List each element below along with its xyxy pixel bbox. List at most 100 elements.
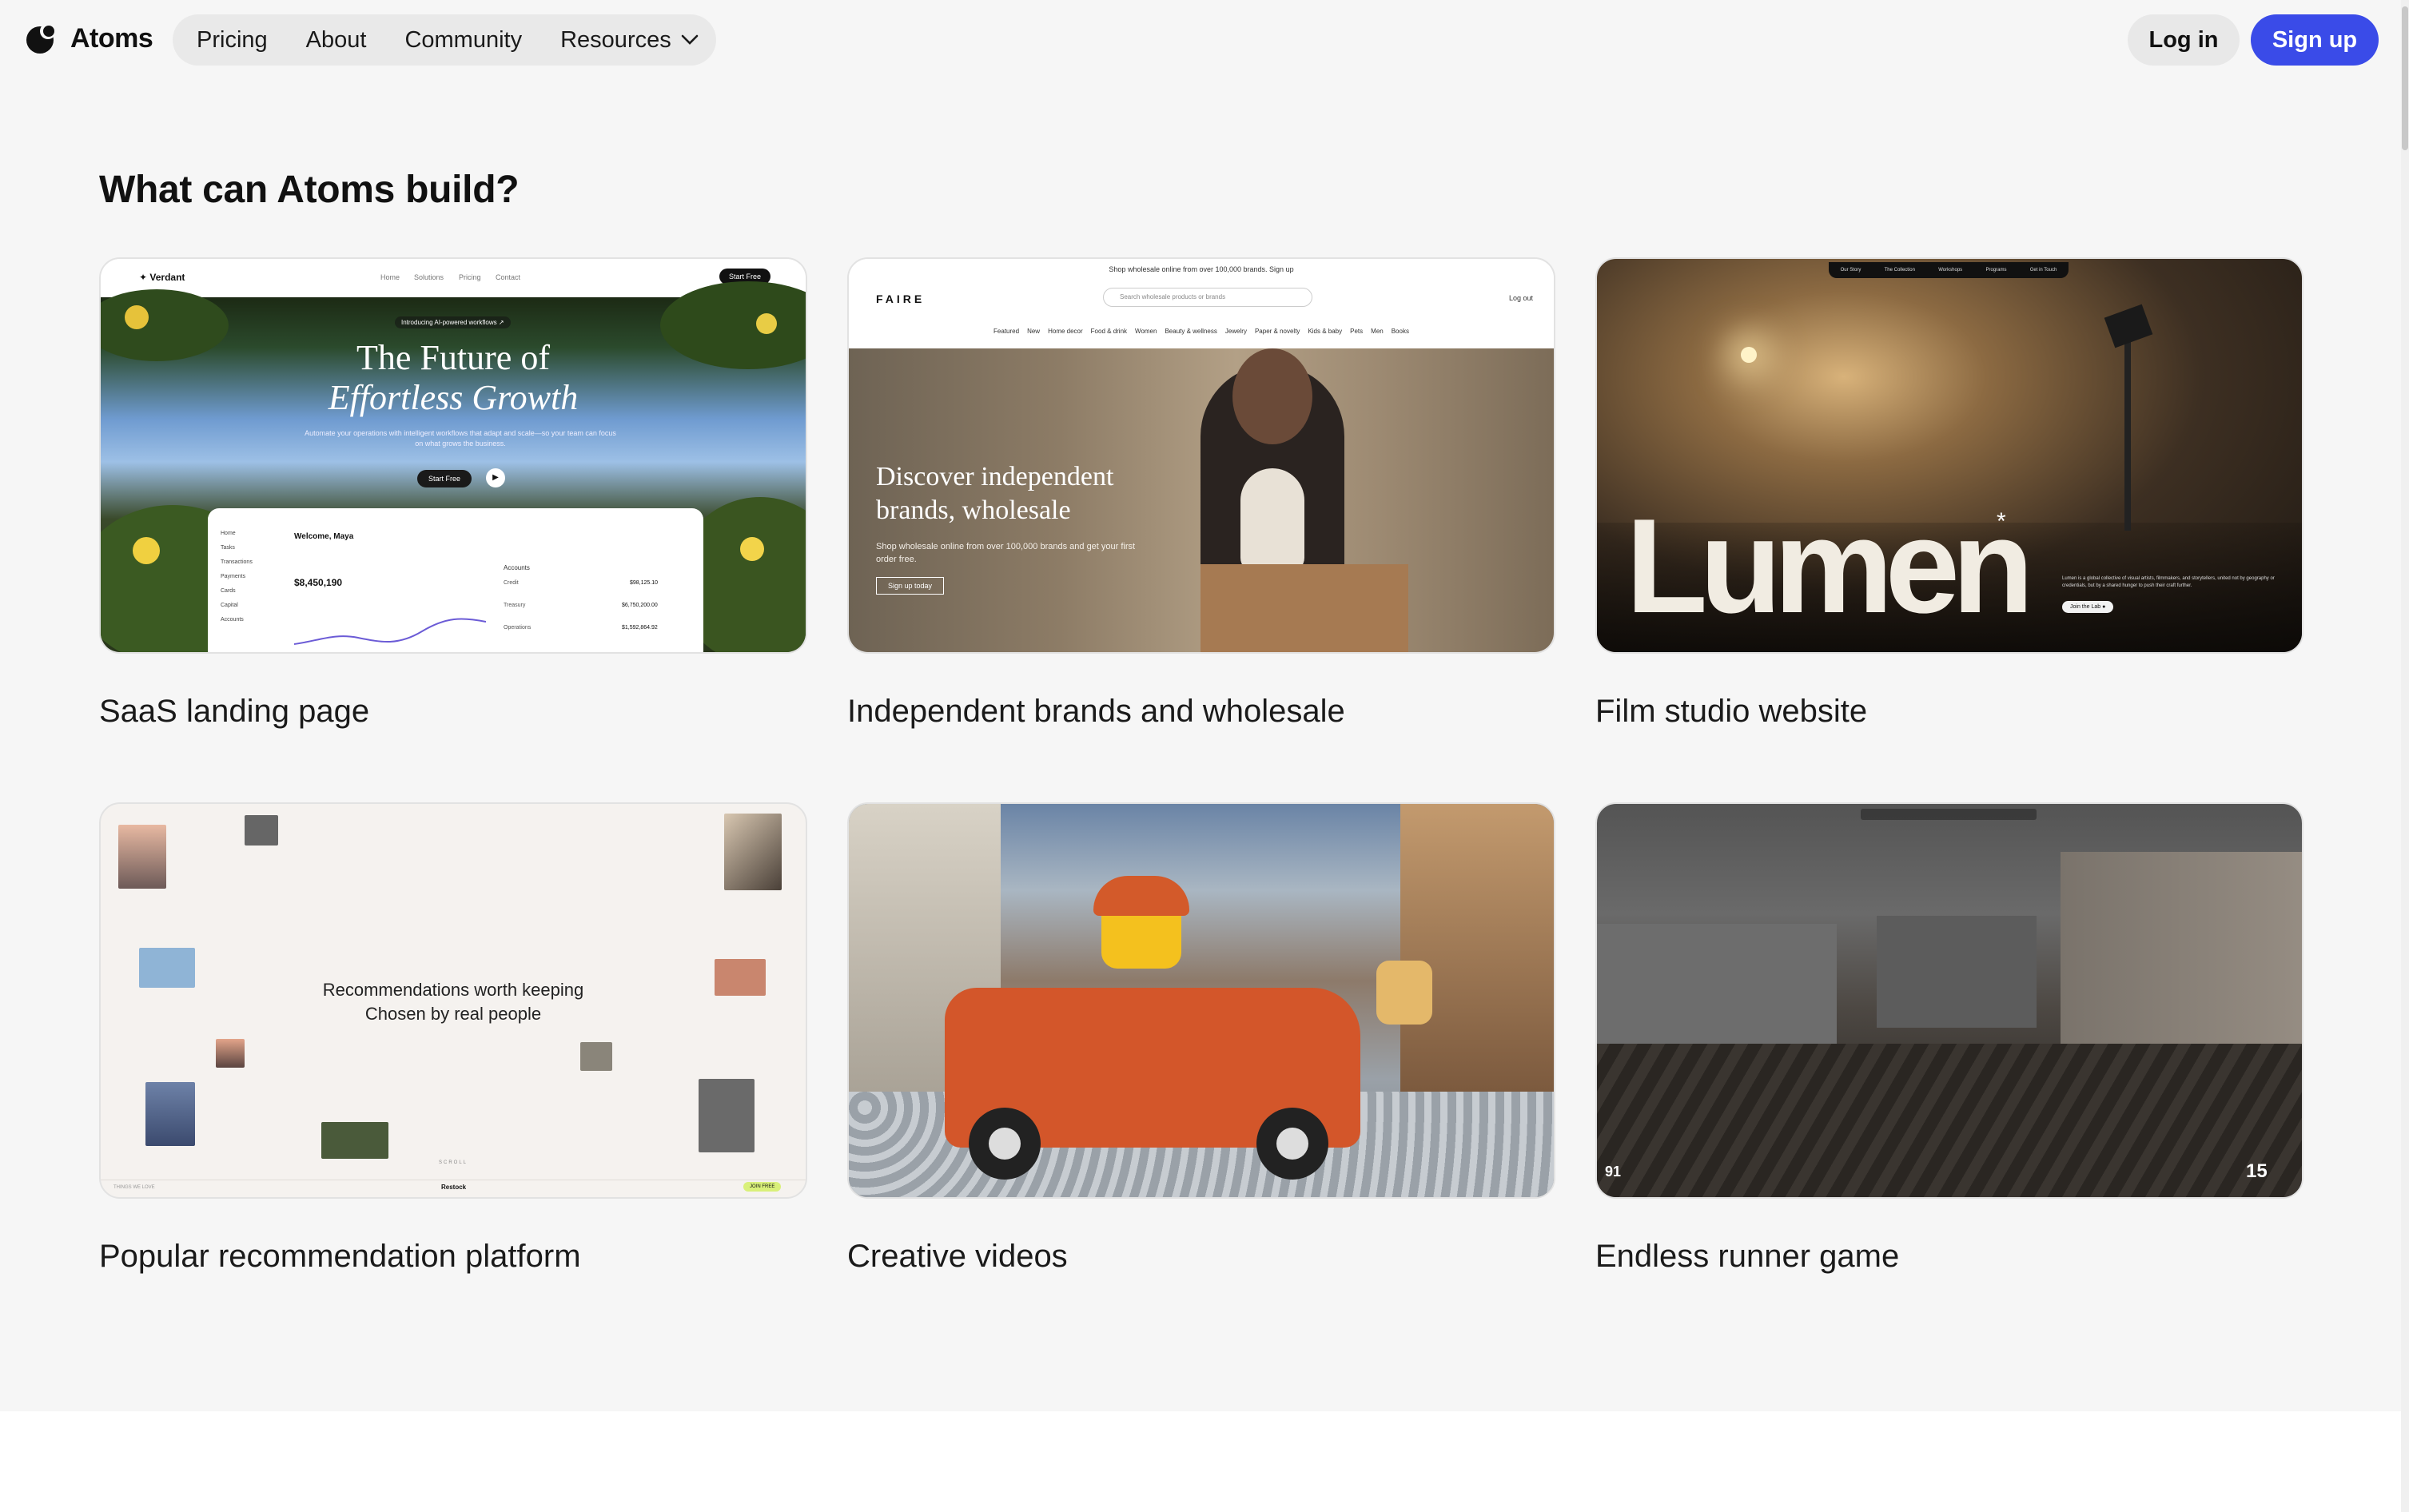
preview-category: Men xyxy=(1371,328,1384,335)
nav-about[interactable]: About xyxy=(306,27,367,54)
preview-hud-right: 15 xyxy=(2246,1160,2268,1182)
preview-nav-item: Workshops xyxy=(1938,268,1963,273)
preview-category: Paper & novelty xyxy=(1254,328,1300,335)
preview-nav-item: Our Story xyxy=(1840,268,1862,273)
preview-dash-side-transactions: Transactions xyxy=(221,559,253,565)
preview-brand: ✦ Verdant xyxy=(139,272,185,283)
preview-dash-account-value: $1,592,864.92 xyxy=(622,625,658,631)
preview-dash-account-value: $98,125.10 xyxy=(630,580,659,586)
showcase-card-film[interactable]: Our Story The Collection Workshops Progr… xyxy=(1595,257,2303,730)
preview-dash-accounts-title: Accounts xyxy=(504,564,530,571)
preview-wordmark: Lumen xyxy=(1626,491,2034,641)
preview-footer: THINGS WE LOVE Restock JOIN FREE xyxy=(101,1180,806,1197)
preview-search-placeholder: Search wholesale products or brands xyxy=(1120,293,1226,300)
nav-community-label: Community xyxy=(404,26,523,53)
showcase-card-wholesale[interactable]: Shop wholesale online from over 100,000 … xyxy=(847,257,1555,730)
card-thumbnail[interactable]: 91 15 xyxy=(1595,802,2303,1199)
card-caption[interactable]: SaaS landing page xyxy=(99,694,807,730)
preview-hero-button: Start Free xyxy=(417,470,472,487)
nav-community[interactable]: Community xyxy=(404,27,522,54)
preview-scroll-hint: SCROLL xyxy=(438,1160,468,1165)
preview-hero-button: Join the Lab ● xyxy=(2062,601,2114,613)
preview-nav-pricing: Pricing xyxy=(459,273,481,281)
scrollbar-thumb[interactable] xyxy=(2402,6,2408,150)
preview-headline-1: The Future of xyxy=(356,338,550,377)
preview-navbar: Our Story The Collection Workshops Progr… xyxy=(1829,262,2069,278)
card-thumbnail[interactable]: Recommendations worth keeping Chosen by … xyxy=(99,802,807,1199)
showcase-card-saas[interactable]: ✦ Verdant Home Solutions Pricing Contact… xyxy=(99,257,807,730)
card-caption[interactable]: Creative videos xyxy=(847,1239,1555,1275)
logo-text: Atoms xyxy=(70,22,153,54)
preview-category: New xyxy=(1027,328,1041,335)
showcase-card-game[interactable]: 91 15 Endless runner game xyxy=(1595,802,2303,1275)
preview-categories: Featured New Home decor Food & drink Wom… xyxy=(849,328,1554,335)
preview-blurb: Lumen is a global collective of visual a… xyxy=(2062,576,2275,588)
preview-dash-side-cards: Cards xyxy=(221,588,236,594)
footer-band xyxy=(0,1411,2401,1512)
preview-line1: Recommendations worth keeping xyxy=(322,980,584,1000)
login-button[interactable]: Log in xyxy=(2128,14,2240,66)
nav-pricing[interactable]: Pricing xyxy=(197,27,268,54)
preview-banner: Shop wholesale online from over 100,000 … xyxy=(1109,265,1294,273)
preview-nav-item: The Collection xyxy=(1884,268,1915,273)
preview-category: Beauty & wellness xyxy=(1165,328,1217,335)
preview-nav-solutions: Solutions xyxy=(414,273,444,281)
card-thumbnail[interactable]: Shop wholesale online from over 100,000 … xyxy=(847,257,1555,654)
card-caption[interactable]: Endless runner game xyxy=(1595,1239,2303,1275)
nav-resources-label: Resources xyxy=(560,26,671,53)
card-thumbnail[interactable] xyxy=(847,802,1555,1199)
preview-nav-home: Home xyxy=(380,273,400,281)
card-caption[interactable]: Independent brands and wholesale xyxy=(847,694,1555,730)
preview-nav-item: Get in Touch xyxy=(2029,268,2057,273)
preview-navbar: Shop wholesale online from over 100,000 … xyxy=(849,259,1554,348)
preview-category: Books xyxy=(1391,328,1409,335)
card-caption[interactable]: Popular recommendation platform xyxy=(99,1239,807,1275)
showcase-card-recommendation[interactable]: Recommendations worth keeping Chosen by … xyxy=(99,802,807,1275)
preview-hud-left: 91 xyxy=(1605,1164,1622,1180)
chevron-down-icon xyxy=(681,34,699,45)
preview-category: Home decor xyxy=(1048,328,1083,335)
preview-logout: Log out xyxy=(1509,294,1534,302)
card-caption[interactable]: Film studio website xyxy=(1595,694,2303,730)
preview-category: Jewelry xyxy=(1224,328,1247,335)
preview-badge: Introducing AI-powered workflows ↗ xyxy=(395,316,511,328)
card-thumbnail[interactable]: Our Story The Collection Workshops Progr… xyxy=(1595,257,2303,654)
preview-headline: Discover independent brands, wholesale xyxy=(876,462,1114,525)
primary-nav: Pricing About Community Resources xyxy=(173,14,716,66)
atoms-logo-icon xyxy=(26,23,56,54)
preview-search: Search wholesale products or brands xyxy=(1103,288,1312,307)
preview-dash-side-home: Home xyxy=(221,531,236,536)
preview-brand: Restock xyxy=(441,1184,467,1191)
preview-subtext: Automate your operations with intelligen… xyxy=(305,429,616,448)
preview-footer-left: THINGS WE LOVE xyxy=(113,1185,155,1190)
logo[interactable]: Atoms xyxy=(24,21,153,56)
preview-dash-balance: $8,450,190 xyxy=(294,577,343,588)
preview-category: Pets xyxy=(1350,328,1364,335)
preview-dash-side-accounts: Accounts xyxy=(221,617,244,623)
preview-dash-side-tasks: Tasks xyxy=(221,545,235,551)
nav-resources[interactable]: Resources xyxy=(560,27,699,54)
preview-dash-side-capital: Capital xyxy=(221,603,238,608)
preview-line2: Chosen by real people xyxy=(364,1004,542,1024)
preview-dash-chart xyxy=(294,618,486,645)
section-title: What can Atoms build? xyxy=(99,169,520,211)
scrollbar-track[interactable] xyxy=(2401,0,2409,1512)
preview-category: Featured xyxy=(993,328,1020,335)
card-thumbnail[interactable]: ✦ Verdant Home Solutions Pricing Contact… xyxy=(99,257,807,654)
nav-pricing-label: Pricing xyxy=(197,26,268,53)
preview-nav-contact: Contact xyxy=(496,273,521,281)
nav-about-label: About xyxy=(305,26,367,53)
top-nav: Atoms Pricing About Community Resources … xyxy=(0,0,2409,80)
play-icon: ▶ xyxy=(486,468,505,487)
showcase-card-videos[interactable]: Creative videos xyxy=(847,802,1555,1275)
preview-dash-account-label: Credit xyxy=(504,580,519,586)
preview-category: Women xyxy=(1135,328,1157,335)
preview-dash-account-value: $6,750,200.00 xyxy=(622,603,658,608)
preview-nav-item: Programs xyxy=(1985,268,2007,273)
preview-footer-right: JOIN FREE xyxy=(743,1182,782,1192)
signup-button[interactable]: Sign up xyxy=(2251,14,2379,66)
asterisk-icon: * xyxy=(1997,508,2006,535)
preview-dash-account-label: Operations xyxy=(504,625,532,631)
preview-dashboard: Welcome, Maya $8,450,190 Home Tasks Tran… xyxy=(208,508,703,652)
preview-dash-account-label: Treasury xyxy=(504,603,526,608)
